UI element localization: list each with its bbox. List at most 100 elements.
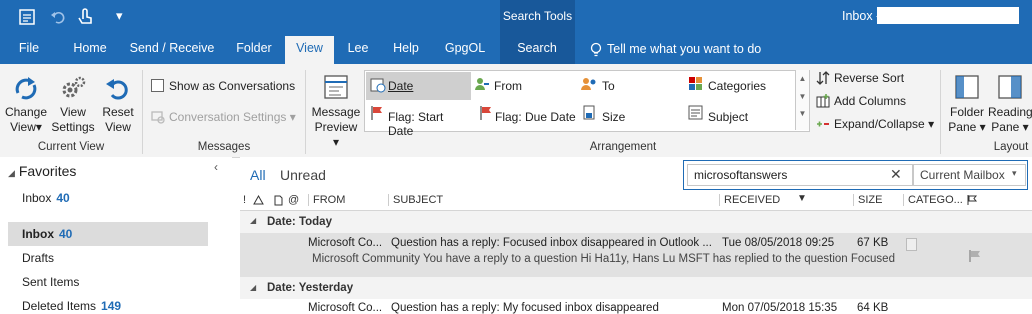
current-view-group-label: Current View <box>37 141 105 153</box>
change-view-button[interactable]: Change View▾ <box>4 75 48 135</box>
calendar-icon <box>370 78 386 93</box>
view-settings-label2: Settings <box>51 120 95 134</box>
folder-pane-label: Folder <box>949 105 984 119</box>
account-redacted-box <box>877 7 1019 24</box>
collapse-group-icon[interactable]: ◢ <box>250 283 256 292</box>
arrangement-flag-start-date[interactable]: Flag: Start Date <box>368 102 472 138</box>
attachment-column-icon[interactable]: @ <box>288 194 299 206</box>
gallery-scroll[interactable]: ▲ ▼ ▼ <box>795 70 809 130</box>
column-from[interactable]: FROM <box>308 194 345 206</box>
favorites-label: Favorites <box>18 163 77 179</box>
customize-quick-access-icon[interactable]: ▾ <box>116 8 123 24</box>
arrangement-flag-due-date[interactable]: Flag: Due Date <box>477 102 577 128</box>
column-size[interactable]: SIZE <box>853 194 882 206</box>
column-received[interactable]: RECEIVED <box>719 194 780 206</box>
arrangement-from[interactable]: From <box>474 72 574 100</box>
column-categories[interactable]: CATEGO... <box>903 194 963 206</box>
expand-collapse-button[interactable]: Expand/Collapse ▾ <box>816 117 934 131</box>
importance-column-icon[interactable]: ! <box>243 194 246 206</box>
view-settings-button[interactable]: View Settings <box>50 75 96 135</box>
arrangement-size[interactable]: Size <box>580 102 680 128</box>
show-as-conversations-checkbox[interactable]: Show as Conversations <box>151 79 295 93</box>
category-box[interactable] <box>906 238 917 251</box>
unread-count: 149 <box>101 299 122 313</box>
gallery-up-icon[interactable]: ▲ <box>796 74 809 83</box>
sort-descending-icon: ▼ <box>797 193 807 204</box>
subject-icon <box>688 105 703 120</box>
icon-column-icon[interactable] <box>274 195 283 206</box>
send-receive-all-icon[interactable] <box>18 8 36 26</box>
tab-search[interactable]: Search <box>505 36 569 64</box>
tab-view[interactable]: View <box>285 36 334 65</box>
reset-view-button[interactable]: Reset View <box>98 75 138 135</box>
filter-all[interactable]: All <box>250 167 266 183</box>
favorites-header[interactable]: ◢ Favorites <box>8 163 76 179</box>
search-tools-label: Search Tools <box>502 9 573 23</box>
folder-pane-button[interactable]: Folder Pane ▾ <box>946 73 988 135</box>
gallery-down-icon[interactable]: ▼ <box>796 92 809 101</box>
favorites-inbox-label: Inbox <box>22 191 52 205</box>
tab-help[interactable]: Help <box>386 36 426 64</box>
message-preview-button[interactable]: Message Preview ▾ <box>310 73 362 150</box>
categories-icon <box>689 77 702 90</box>
message-size: 67 KB <box>857 237 889 249</box>
flag-icon[interactable] <box>968 249 982 263</box>
change-view-label: Change <box>4 105 48 119</box>
message-preview-label: Message <box>311 105 361 119</box>
favorites-inbox[interactable]: Inbox 40 <box>22 191 70 205</box>
arrangement-to[interactable]: To <box>580 72 680 100</box>
reverse-sort-button[interactable]: Reverse Sort <box>816 71 904 85</box>
column-subject[interactable]: SUBJECT <box>388 194 443 206</box>
arrangement-group-label: Arrangement <box>589 141 657 153</box>
sent-items-label: Sent Items <box>22 275 80 289</box>
group-header-today[interactable]: ◢ Date: Today <box>240 211 1032 233</box>
tab-folder[interactable]: Folder <box>226 36 282 64</box>
message-received: Tue 08/05/2018 09:25 <box>722 237 835 249</box>
tell-me-search[interactable]: Tell me what you want to do <box>607 42 761 56</box>
caret-down-icon: ◢ <box>8 168 15 178</box>
reverse-sort-label: Reverse Sort <box>834 71 905 85</box>
folder-inbox[interactable]: Inbox 40 <box>22 227 72 241</box>
tab-file[interactable]: File <box>10 36 48 64</box>
folder-drafts[interactable]: Drafts <box>22 251 54 265</box>
reading-pane-label: Reading <box>988 105 1032 119</box>
gallery-more-icon[interactable]: ▼ <box>796 109 809 118</box>
search-input[interactable]: microsoftanswers ✕ <box>687 164 913 186</box>
inbox-label: Inbox <box>22 227 54 241</box>
flag-status-column-icon[interactable] <box>966 194 978 206</box>
reset-view-label: Reset <box>102 105 134 119</box>
tab-lee[interactable]: Lee <box>340 36 376 64</box>
tab-send-receive[interactable]: Send / Receive <box>126 36 218 64</box>
drafts-label: Drafts <box>22 251 55 265</box>
clear-search-icon[interactable]: ✕ <box>890 166 902 183</box>
message-preview-text: Microsoft Community You have a reply to … <box>312 253 895 265</box>
expand-collapse-icon <box>817 121 829 127</box>
search-scope-dropdown[interactable]: Current Mailbox ▾ <box>913 164 1026 186</box>
tab-gpgol[interactable]: GpgOL <box>436 36 494 64</box>
tab-home[interactable]: Home <box>62 36 118 64</box>
message-subject: Question has a reply: Focused inbox disa… <box>391 237 712 249</box>
reminder-column-icon[interactable] <box>253 195 264 206</box>
lightbulb-icon <box>590 42 602 57</box>
group-header-yesterday[interactable]: ◢ Date: Yesterday <box>240 277 1032 299</box>
arrangement-categories[interactable]: Categories <box>688 72 798 100</box>
folder-sent-items[interactable]: Sent Items <box>22 275 79 289</box>
checkbox-box <box>151 79 164 92</box>
arrangement-date-label: Date <box>388 79 414 93</box>
arrangement-flag-start-label: Flag: Start Date <box>388 110 444 138</box>
undo-icon[interactable] <box>50 9 66 25</box>
message-received: Mon 07/05/2018 15:35 <box>722 302 838 314</box>
add-columns-button[interactable]: Add Columns <box>816 94 906 108</box>
collapse-group-icon[interactable]: ◢ <box>250 216 256 225</box>
arrangement-subject[interactable]: Subject <box>688 102 798 128</box>
arrangement-size-label: Size <box>602 110 626 124</box>
group-today-label: Date: Today <box>267 216 332 228</box>
search-query-text: microsoftanswers <box>694 168 788 182</box>
collapse-pane-icon[interactable]: ‹ <box>214 160 218 174</box>
arrangement-to-label: To <box>602 79 615 93</box>
touch-mode-icon[interactable] <box>76 7 94 27</box>
folder-deleted-items[interactable]: Deleted Items 149 <box>22 299 121 313</box>
arrangement-date[interactable]: Date <box>366 72 471 100</box>
reading-pane-button[interactable]: Reading Pane ▾ <box>988 73 1032 135</box>
filter-unread[interactable]: Unread <box>280 167 326 183</box>
